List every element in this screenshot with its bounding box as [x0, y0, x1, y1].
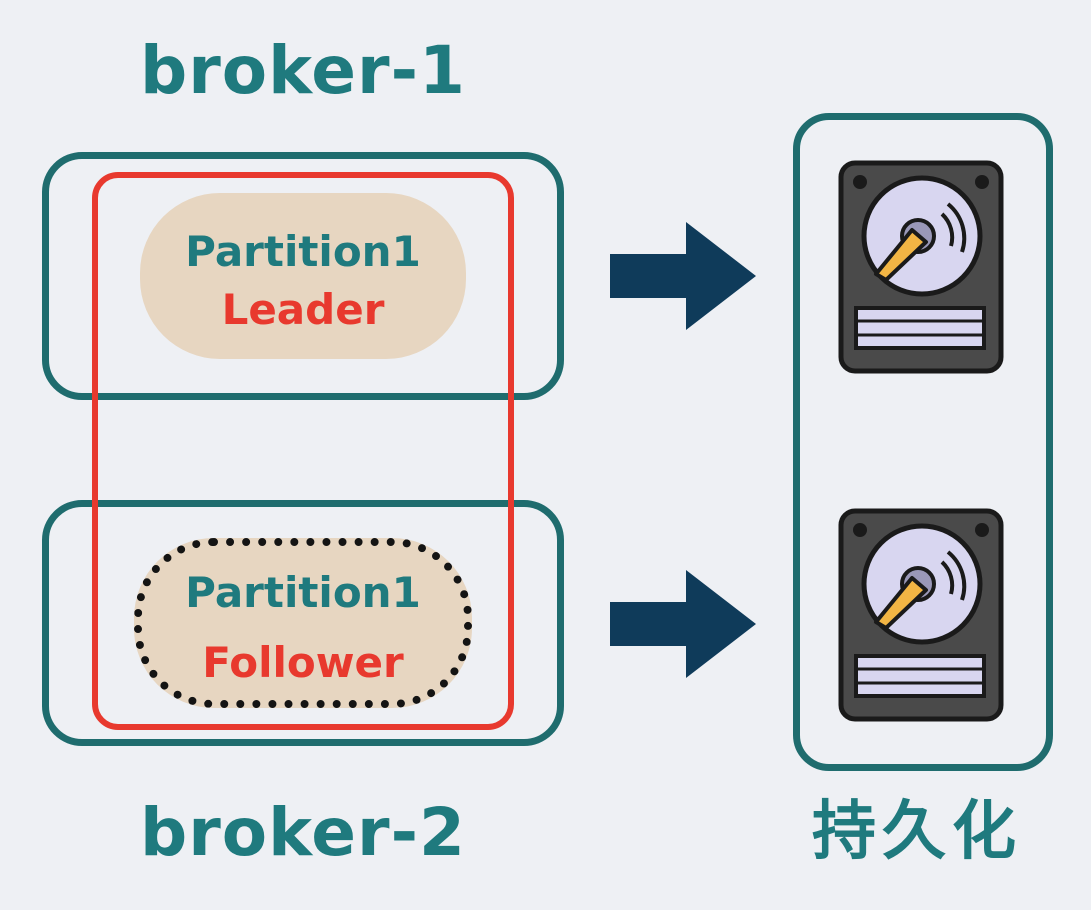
broker-1-title: broker-1 [140, 32, 466, 109]
broker-2-title: broker-2 [140, 794, 466, 871]
partition-leader: Partition1 Leader [140, 193, 466, 359]
partition-name: Partition1 [185, 227, 421, 276]
arrow-right-icon [610, 222, 756, 330]
partition-name: Partition1 [185, 568, 421, 617]
persistence-title: 持久化 [812, 795, 1022, 869]
partition-role: Follower [202, 638, 404, 687]
arrow-right-icon [610, 570, 756, 678]
partition-follower: Partition1 Follower [134, 538, 472, 708]
hard-disk-icon [838, 160, 1004, 374]
partition-role: Leader [221, 285, 385, 334]
hard-disk-icon [838, 508, 1004, 722]
